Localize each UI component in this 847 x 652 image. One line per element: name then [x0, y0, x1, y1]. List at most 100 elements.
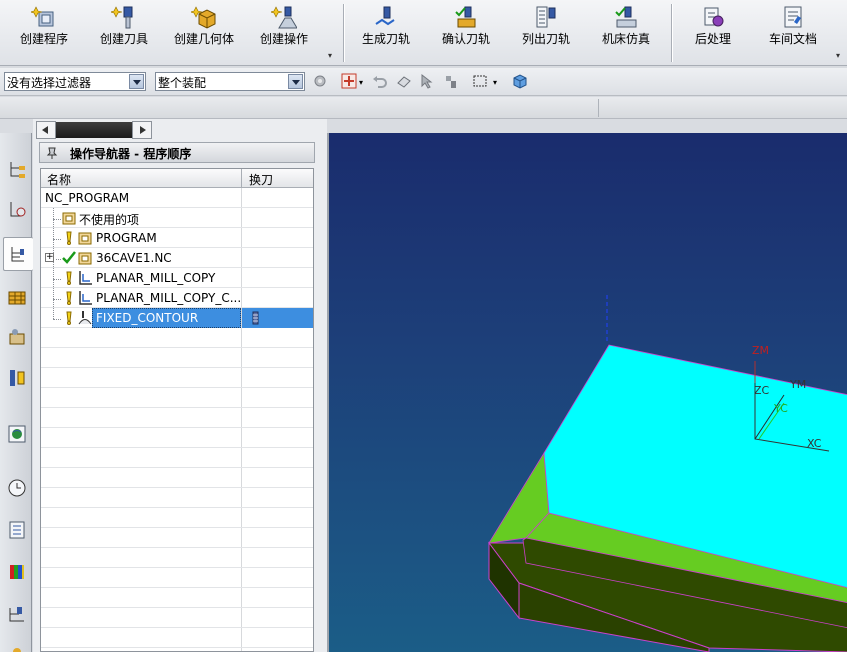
tree-row-nc-program[interactable]: NC_PROGRAM — [41, 188, 313, 208]
expand-plus-icon[interactable]: + — [45, 253, 54, 262]
solid-body-filter-icon[interactable] — [512, 73, 528, 89]
program-group-icon — [78, 232, 92, 245]
create-program-button[interactable]: 创建程序 — [12, 0, 76, 62]
history-tab[interactable] — [3, 471, 29, 505]
postprocess-icon — [704, 7, 724, 27]
selection-filter-value: 没有选择过滤器 — [7, 76, 92, 90]
undo-icon[interactable] — [372, 73, 388, 89]
empty-row — [41, 608, 313, 628]
empty-row — [41, 628, 313, 648]
chevron-down-icon[interactable] — [129, 74, 144, 89]
group1-more-chevron-icon[interactable]: ▾ — [328, 52, 336, 60]
web-browser-tab[interactable] — [3, 417, 29, 451]
list-toolpath-icon — [536, 6, 556, 28]
empty-row — [41, 368, 313, 388]
program-group-icon — [62, 212, 76, 225]
generate-toolpath-button[interactable]: 生成刀轨 — [354, 0, 418, 62]
list-toolpath-button[interactable]: 列出刀轨 — [514, 0, 578, 62]
cam-ribbon-toolbar: 创建程序 创建刀具 创建几何体 创建操作 ▾ 生成刀轨 确认刀轨 列出刀轨 机床… — [0, 0, 847, 66]
empty-row — [41, 548, 313, 568]
select-mode-chevron-icon[interactable]: ▾ — [493, 78, 497, 87]
tree-row-label: 36CAVE1.NC — [96, 251, 172, 265]
column-header-name[interactable]: 名称 — [47, 171, 71, 188]
pointer-select-icon[interactable] — [419, 73, 435, 89]
create-tool-icon — [111, 6, 133, 29]
status-strip — [0, 97, 847, 119]
tree-row-36cave1[interactable]: + 36CAVE1.NC — [41, 248, 313, 268]
tree-row-program[interactable]: PROGRAM — [41, 228, 313, 248]
scroll-thumb[interactable] — [56, 122, 132, 138]
planar-mill-operation-icon — [79, 291, 92, 305]
selection-filter-dropdown[interactable]: 没有选择过滤器 — [4, 72, 146, 91]
tree-row-label: NC_PROGRAM — [45, 191, 130, 205]
web-browser-icon — [8, 425, 26, 443]
machine-simulation-button[interactable]: 机床仿真 — [594, 0, 658, 62]
machine-navigator-tab[interactable] — [3, 279, 29, 313]
roles-tab[interactable] — [3, 637, 29, 652]
color-palette-icon — [10, 565, 24, 579]
warning-exclamation-icon — [66, 291, 72, 305]
palettes-tab[interactable] — [3, 555, 29, 589]
shop-documentation-icon — [784, 6, 802, 28]
machine-tool-icon — [8, 291, 26, 305]
chevron-down-icon[interactable] — [288, 74, 303, 89]
list-toolpath-label: 列出刀轨 — [521, 32, 570, 46]
tree-row-unused-items[interactable]: 不使用的项 — [41, 208, 313, 228]
snap-menu-chevron-icon[interactable]: ▾ — [359, 78, 363, 87]
system-materials-tab[interactable] — [3, 513, 29, 547]
shop-documentation-button[interactable]: 车间文档 — [761, 0, 825, 62]
operation-tree[interactable]: 名称 换刀 NC_PROGRAM 不使用的项 PROGRAM + 36CAVE1… — [40, 168, 314, 652]
group3-more-chevron-icon[interactable]: ▾ — [836, 52, 844, 60]
tree-row-fixed-contour[interactable]: FIXED_CONTOUR — [41, 308, 313, 328]
resource-bar — [0, 133, 33, 652]
xc-axis-label: XC — [807, 437, 822, 450]
tool-library-tab[interactable] — [3, 361, 29, 395]
create-program-label: 创建程序 — [19, 32, 68, 46]
tree-row-label: FIXED_CONTOUR — [96, 311, 199, 325]
tool-change-icon — [252, 311, 259, 325]
pin-icon[interactable] — [46, 146, 58, 159]
part-navigator-tab[interactable] — [3, 193, 29, 227]
tree-row-planar-mill-copy[interactable]: PLANAR_MILL_COPY — [41, 268, 313, 288]
operation-navigator-tab[interactable] — [3, 237, 33, 271]
tree-row-planar-mill-copy-c[interactable]: PLANAR_MILL_COPY_C... — [41, 288, 313, 308]
document-list-icon — [9, 521, 25, 539]
measure-tool-icon[interactable] — [443, 73, 459, 89]
warning-exclamation-icon — [66, 311, 72, 325]
snap-point-icon[interactable] — [341, 73, 357, 89]
machine-simulation-icon — [615, 6, 637, 28]
clock-icon — [8, 479, 26, 497]
planar-mill-operation-icon — [79, 271, 92, 285]
empty-row — [41, 568, 313, 588]
verify-toolpath-button[interactable]: 确认刀轨 — [434, 0, 498, 62]
column-divider[interactable] — [241, 169, 242, 188]
navigator-horizontal-scroller[interactable] — [36, 121, 152, 139]
create-geometry-button[interactable]: 创建几何体 — [172, 0, 236, 62]
column-header-toolchange[interactable]: 换刀 — [249, 171, 273, 188]
operation-navigator-panel: 操作导航器 - 程序顺序 名称 换刀 NC_PROGRAM 不使用的项 PROG… — [33, 119, 327, 652]
graphics-viewport[interactable]: ZM ZC YM YC XC — [327, 133, 847, 652]
general-selection-icon[interactable] — [312, 73, 328, 89]
rectangle-select-icon[interactable] — [472, 73, 488, 89]
scroll-left-arrow-icon[interactable] — [36, 121, 56, 139]
scroll-right-arrow-icon[interactable] — [132, 121, 152, 139]
machine-simulation-label: 机床仿真 — [601, 32, 650, 46]
navigator-title: 操作导航器 - 程序顺序 — [70, 147, 192, 161]
postprocess-button[interactable]: 后处理 — [681, 0, 745, 62]
eraser-icon[interactable] — [396, 73, 412, 89]
create-tool-button[interactable]: 创建刀具 — [92, 0, 156, 62]
ribbon-separator — [671, 4, 673, 62]
shop-documentation-label: 车间文档 — [768, 32, 817, 46]
tree-row-label: PLANAR_MILL_COPY — [96, 271, 216, 285]
tree-row-label: PROGRAM — [96, 231, 157, 245]
reuse-library-tab[interactable] — [3, 319, 29, 353]
part-navigator-icon — [10, 202, 26, 217]
assembly-navigator-tab[interactable] — [3, 153, 29, 187]
assembly-scope-dropdown[interactable]: 整个装配 — [155, 72, 305, 91]
create-tool-label: 创建刀具 — [99, 32, 148, 46]
empty-row — [41, 408, 313, 428]
process-studio-tab[interactable] — [3, 597, 29, 631]
tree-header: 名称 换刀 — [41, 169, 313, 188]
create-operation-button[interactable]: 创建操作 — [252, 0, 316, 62]
process-studio-icon — [9, 607, 24, 622]
